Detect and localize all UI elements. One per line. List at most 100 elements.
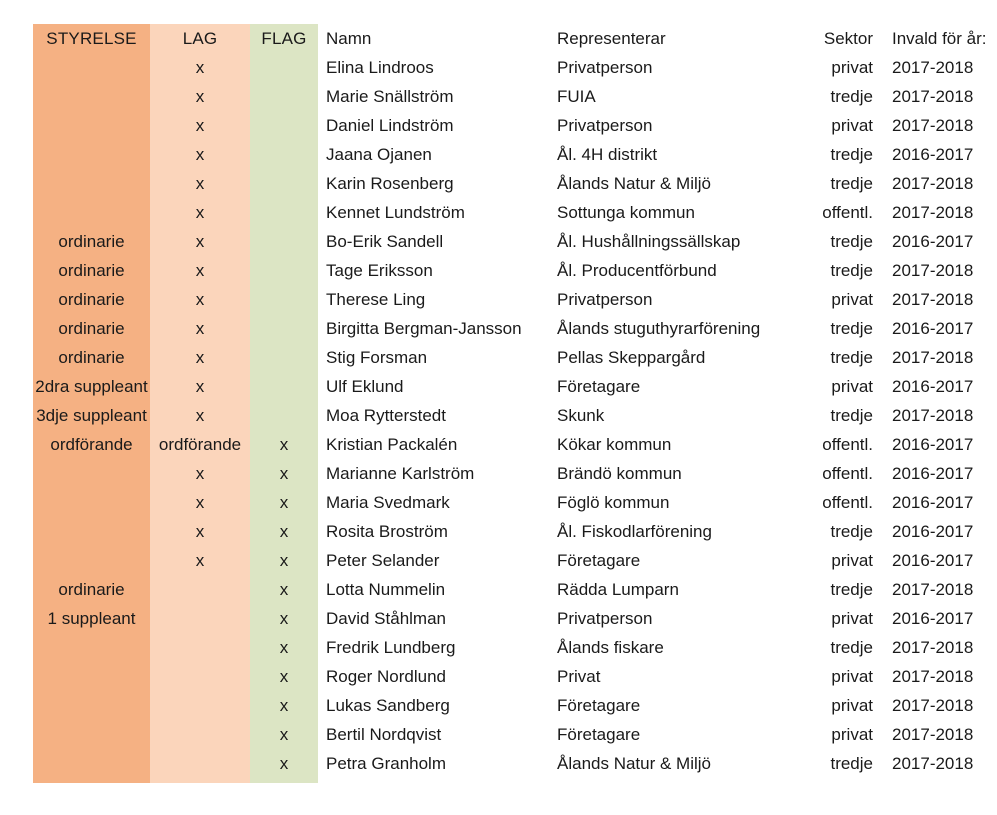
cell-flag: x (279, 435, 289, 454)
cell-flag (250, 198, 318, 227)
table-body: x Elina Lindroos Privatperson privat 2017-20… (33, 53, 995, 778)
cell-sektor: offentl. (822, 203, 873, 222)
cell-styrelse: ordinarie (58, 348, 125, 367)
cell-namn: Lukas Sandberg (326, 696, 450, 715)
cell-invald: 2017-2018 (892, 290, 974, 309)
cell-flag: x (279, 464, 289, 483)
cell-namn: David Ståhlman (326, 609, 447, 628)
cell-styrelse (33, 633, 150, 662)
cell-styrelse: ordinarie (58, 290, 125, 309)
cell-namn: Moa Rytterstedt (326, 406, 446, 425)
cell-invald: 2016-2017 (892, 435, 974, 454)
cell-representerar: Ålands Natur & Miljö (557, 174, 712, 193)
cell-styrelse (33, 169, 150, 198)
cell-styrelse: 1 suppleant (47, 609, 136, 628)
cell-sektor: privat (831, 290, 873, 309)
cell-flag: x (279, 609, 289, 628)
cell-flag: x (279, 580, 289, 599)
cell-representerar: Ål. Fiskodlarförening (557, 522, 712, 541)
cell-flag (250, 82, 318, 111)
table-header-row: STYRELSE LAG FLAG Namn Representerar Sek… (33, 24, 995, 53)
cell-representerar: Föglö kommun (557, 493, 670, 512)
header-namn: Namn (326, 29, 372, 48)
cell-styrelse: ordförande (50, 435, 133, 454)
cell-flag: x (279, 493, 289, 512)
table-row: x Petra Granholm Ålands Natur & Miljö tredj… (33, 749, 995, 778)
cell-representerar: Privatperson (557, 116, 653, 135)
cell-namn: Maria Svedmark (326, 493, 450, 512)
table-row: ordinarie x Therese Ling Privatperson privat… (33, 285, 995, 314)
cell-flag (250, 314, 318, 343)
cell-namn: Daniel Lindström (326, 116, 454, 135)
cell-sektor: tredje (830, 522, 873, 541)
cell-lag: x (195, 203, 205, 222)
cell-namn: Therese Ling (326, 290, 426, 309)
table-row: x Lukas Sandberg Företagare privat 2017-2018 (33, 691, 995, 720)
cell-namn: Tage Eriksson (326, 261, 433, 280)
cell-flag: x (279, 754, 289, 773)
cell-sektor: privat (831, 667, 873, 686)
cell-styrelse (33, 140, 150, 169)
table-row: 2dra suppleant x Ulf Eklund Företagare priva… (33, 372, 995, 401)
cell-representerar: Företagare (557, 725, 641, 744)
table-row: ordinarie x Lotta Nummelin Rädda Lumparn tre… (33, 575, 995, 604)
cell-flag (250, 285, 318, 314)
table-row: x Fredrik Lundberg Ålands fiskare tredje 201… (33, 633, 995, 662)
cell-lag: x (195, 261, 205, 280)
cell-lag: x (195, 232, 205, 251)
cell-representerar: Kökar kommun (557, 435, 672, 454)
cell-invald: 2017-2018 (892, 87, 974, 106)
cell-lag: x (195, 522, 205, 541)
cell-invald: 2016-2017 (892, 522, 974, 541)
cell-sektor: privat (831, 725, 873, 744)
cell-namn: Kennet Lundström (326, 203, 465, 222)
cell-namn: Stig Forsman (326, 348, 428, 367)
cell-invald: 2017-2018 (892, 116, 974, 135)
cell-styrelse: ordinarie (58, 319, 125, 338)
cell-styrelse (33, 691, 150, 720)
membership-table: STYRELSE LAG FLAG Namn Representerar Sek… (33, 24, 995, 778)
cell-representerar: Privatperson (557, 58, 653, 77)
cell-flag (250, 111, 318, 140)
cell-sektor: privat (831, 696, 873, 715)
cell-styrelse (33, 662, 150, 691)
table-row: ordförande ordförande x Kristian Packalén Kö… (33, 430, 995, 459)
table-row: x x Peter Selander Företagare privat 2016-201… (33, 546, 995, 575)
cell-lag: x (195, 87, 205, 106)
cell-namn: Bertil Nordqvist (326, 725, 442, 744)
cell-invald: 2017-2018 (892, 580, 974, 599)
cell-lag (150, 749, 250, 778)
cell-invald: 2017-2018 (892, 725, 974, 744)
cell-representerar: Företagare (557, 377, 641, 396)
cell-sektor: privat (831, 116, 873, 135)
cell-namn: Petra Granholm (326, 754, 446, 773)
cell-namn: Ulf Eklund (326, 377, 404, 396)
cell-styrelse (33, 459, 150, 488)
cell-sektor: tredje (830, 87, 873, 106)
table-row: ordinarie x Tage Eriksson Ål. Producentförb… (33, 256, 995, 285)
cell-styrelse: 2dra suppleant (35, 377, 148, 396)
cell-styrelse (33, 517, 150, 546)
cell-styrelse (33, 546, 150, 575)
cell-representerar: Ålands stuguthyrarförening (557, 319, 761, 338)
cell-namn: Roger Nordlund (326, 667, 447, 686)
cell-representerar: Ål. Producentförbund (557, 261, 717, 280)
cell-flag: x (279, 725, 289, 744)
cell-styrelse: 3dje suppleant (36, 406, 147, 425)
cell-flag: x (279, 551, 289, 570)
table-row: x Kennet Lundström Sottunga kommun offentl.… (33, 198, 995, 227)
cell-sektor: offentl. (822, 493, 873, 512)
cell-namn: Kristian Packalén (326, 435, 458, 454)
cell-lag: x (195, 406, 205, 425)
cell-sektor: tredje (830, 754, 873, 773)
header-invald: Invald för år: (892, 29, 987, 48)
cell-namn: Rosita Broström (326, 522, 448, 541)
cell-invald: 2016-2017 (892, 464, 974, 483)
cell-invald: 2017-2018 (892, 696, 974, 715)
cell-flag: x (279, 696, 289, 715)
cell-sektor: privat (831, 609, 873, 628)
cell-lag: x (195, 464, 205, 483)
table-row: x x Marianne Karlström Brändö kommun offentl… (33, 459, 995, 488)
cell-representerar: Företagare (557, 551, 641, 570)
cell-flag: x (279, 638, 289, 657)
